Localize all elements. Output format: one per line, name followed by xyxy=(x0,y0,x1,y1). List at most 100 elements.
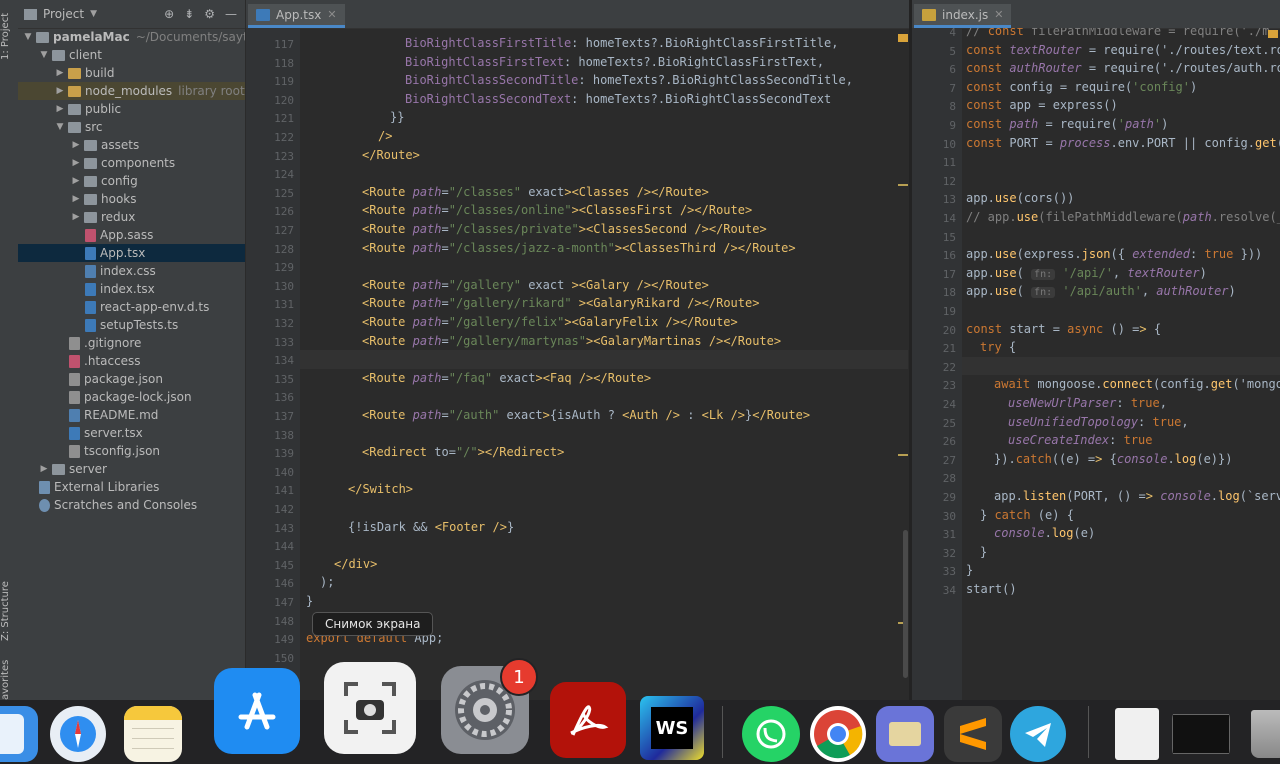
chevron-down-icon[interactable]: ▼ xyxy=(22,32,34,42)
folder-icon xyxy=(68,121,81,133)
tree-item-app-sass[interactable]: App.sass xyxy=(18,226,245,244)
chevron-right-icon[interactable]: ▶ xyxy=(70,176,82,186)
safari-icon[interactable] xyxy=(50,706,106,762)
tree-item-setup-tests[interactable]: setupTests.ts xyxy=(18,316,245,334)
sublime-text-icon[interactable] xyxy=(944,706,1002,762)
tree-item-hooks[interactable]: ▶ hooks xyxy=(18,190,245,208)
chevron-down-icon[interactable]: ▼ xyxy=(38,50,50,60)
chrome-icon[interactable] xyxy=(810,706,866,762)
tree-item-tsconfig[interactable]: tsconfig.json xyxy=(18,442,245,460)
tree-item-build[interactable]: ▶ build xyxy=(18,64,245,82)
hide-panel-icon[interactable]: — xyxy=(225,7,237,21)
project-tool-tab[interactable]: 1: Project xyxy=(0,6,18,66)
code-line: app.use(cors()) xyxy=(966,191,1075,206)
code-line: const PORT = process.env.PORT || config.… xyxy=(966,135,1280,150)
terminal-icon[interactable] xyxy=(1172,706,1230,762)
tree-item-components[interactable]: ▶ components xyxy=(18,154,245,172)
tree-item-config[interactable]: ▶ config xyxy=(18,172,245,190)
tab-app-tsx[interactable]: App.tsx ✕ xyxy=(248,4,345,28)
line-number: 141 xyxy=(274,484,294,498)
line-number: 20 xyxy=(942,323,956,337)
chevron-right-icon[interactable]: ▶ xyxy=(70,194,82,204)
tree-root[interactable]: ▼ pamelaMac ~/Documents/sayti/pa xyxy=(18,28,245,46)
tree-item-htaccess[interactable]: .htaccess xyxy=(18,352,245,370)
code-line: try { xyxy=(980,340,1017,355)
project-panel-header: Project ▼ ⊕ ⇟ ⚙ — xyxy=(18,0,245,29)
line-gutter-left: 117 118 119 120 121 122 123 124 125 126 127 128 129 1… xyxy=(246,28,300,700)
line-number: 142 xyxy=(274,503,294,516)
project-view-selector[interactable]: Project xyxy=(43,7,84,21)
tree-item-client[interactable]: ▼ client xyxy=(18,46,245,64)
folder-icon xyxy=(68,85,81,97)
tree-item-server-tsx[interactable]: server.tsx xyxy=(18,424,245,442)
tree-item-external-libraries[interactable]: External Libraries xyxy=(18,478,245,496)
app-store-icon[interactable] xyxy=(214,668,300,754)
tree-item-node-modules[interactable]: ▶ node_modules library root xyxy=(18,82,245,100)
code-editor-right[interactable]: // const filePathMiddleware = require('.… xyxy=(962,28,1280,700)
tsx-file-icon xyxy=(85,246,96,260)
telegram-icon[interactable] xyxy=(1010,706,1066,762)
chevron-right-icon[interactable]: ▶ xyxy=(54,86,66,96)
tree-item-react-app-env[interactable]: react-app-env.d.ts xyxy=(18,298,245,316)
line-number: 33 xyxy=(942,565,956,579)
inspection-widget-icon[interactable] xyxy=(898,34,908,42)
gear-icon[interactable]: ⚙ xyxy=(204,7,215,21)
tree-item-package-lock[interactable]: package-lock.json xyxy=(18,388,245,406)
tree-item-gitignore[interactable]: .gitignore xyxy=(18,334,245,352)
tree-item-redux[interactable]: ▶ redux xyxy=(18,208,245,226)
code-editor-left[interactable]: BioRightClassFirstTitle: homeTexts?.BioR… xyxy=(300,28,908,700)
code-line: <Redirect to="/"></Redirect> xyxy=(362,445,565,460)
line-number: 13 xyxy=(942,193,956,207)
chevron-right-icon[interactable]: ▶ xyxy=(70,212,82,222)
editor-tab-bar-right: index.js ✕ xyxy=(912,0,1280,29)
tree-item-index-css[interactable]: index.css xyxy=(18,262,245,280)
code-line: <Route path="/gallery/felix"><GalaryFeli… xyxy=(362,315,738,329)
notes-icon[interactable] xyxy=(124,706,182,762)
inspection-widget-icon[interactable] xyxy=(1268,30,1278,38)
close-icon[interactable]: ✕ xyxy=(327,8,336,21)
tree-item-package-json[interactable]: package.json xyxy=(18,370,245,388)
js-file-icon xyxy=(922,8,936,21)
collapse-all-icon[interactable]: ⇟ xyxy=(184,7,194,21)
tree-item-index-tsx[interactable]: index.tsx xyxy=(18,280,245,298)
whatsapp-icon[interactable] xyxy=(742,706,800,762)
markdown-file-icon xyxy=(69,408,80,422)
line-number: 6 xyxy=(949,63,956,77)
chevron-down-icon[interactable]: ▼ xyxy=(54,122,66,132)
line-number: 23 xyxy=(942,379,956,393)
tree-item-readme[interactable]: README.md xyxy=(18,406,245,424)
documents-icon[interactable] xyxy=(1108,706,1166,762)
code-line: } xyxy=(966,563,974,578)
locate-icon[interactable]: ⊕ xyxy=(164,7,174,21)
chevron-right-icon[interactable]: ▶ xyxy=(38,464,50,474)
chevron-right-icon[interactable]: ▶ xyxy=(70,140,82,150)
tree-item-scratches[interactable]: Scratches and Consoles xyxy=(18,496,245,514)
structure-tool-tab[interactable]: Z: Structure xyxy=(0,575,18,647)
chevron-right-icon[interactable]: ▶ xyxy=(54,68,66,78)
favorites-tool-tab[interactable]: avorites xyxy=(0,660,18,700)
chevron-down-icon[interactable]: ▼ xyxy=(90,9,97,19)
close-icon[interactable]: ✕ xyxy=(994,8,1003,21)
acrobat-icon[interactable] xyxy=(550,682,626,758)
code-line: app.listen(PORT, () => console.log(`serv xyxy=(994,489,1280,503)
webstorm-icon[interactable]: WS xyxy=(640,696,704,760)
tree-item-src[interactable]: ▼ src xyxy=(18,118,245,136)
transmit-icon[interactable] xyxy=(876,706,934,762)
finder-icon[interactable] xyxy=(0,706,38,762)
tree-item-label: tsconfig.json xyxy=(84,444,161,458)
chevron-right-icon[interactable]: ▶ xyxy=(70,158,82,168)
scrollbar-left[interactable] xyxy=(903,530,908,678)
trash-icon[interactable] xyxy=(1240,706,1280,762)
tree-item-app-tsx[interactable]: App.tsx xyxy=(18,244,245,262)
line-number: 12 xyxy=(942,174,956,188)
tree-item-assets[interactable]: ▶ assets xyxy=(18,136,245,154)
tree-item-label: build xyxy=(85,66,115,80)
screenshot-icon[interactable] xyxy=(324,662,416,754)
chevron-right-icon[interactable]: ▶ xyxy=(54,104,66,114)
code-line xyxy=(300,350,908,369)
tree-item-server[interactable]: ▶ server xyxy=(18,460,245,478)
line-number: 125 xyxy=(274,186,294,200)
tree-item-public[interactable]: ▶ public xyxy=(18,100,245,118)
